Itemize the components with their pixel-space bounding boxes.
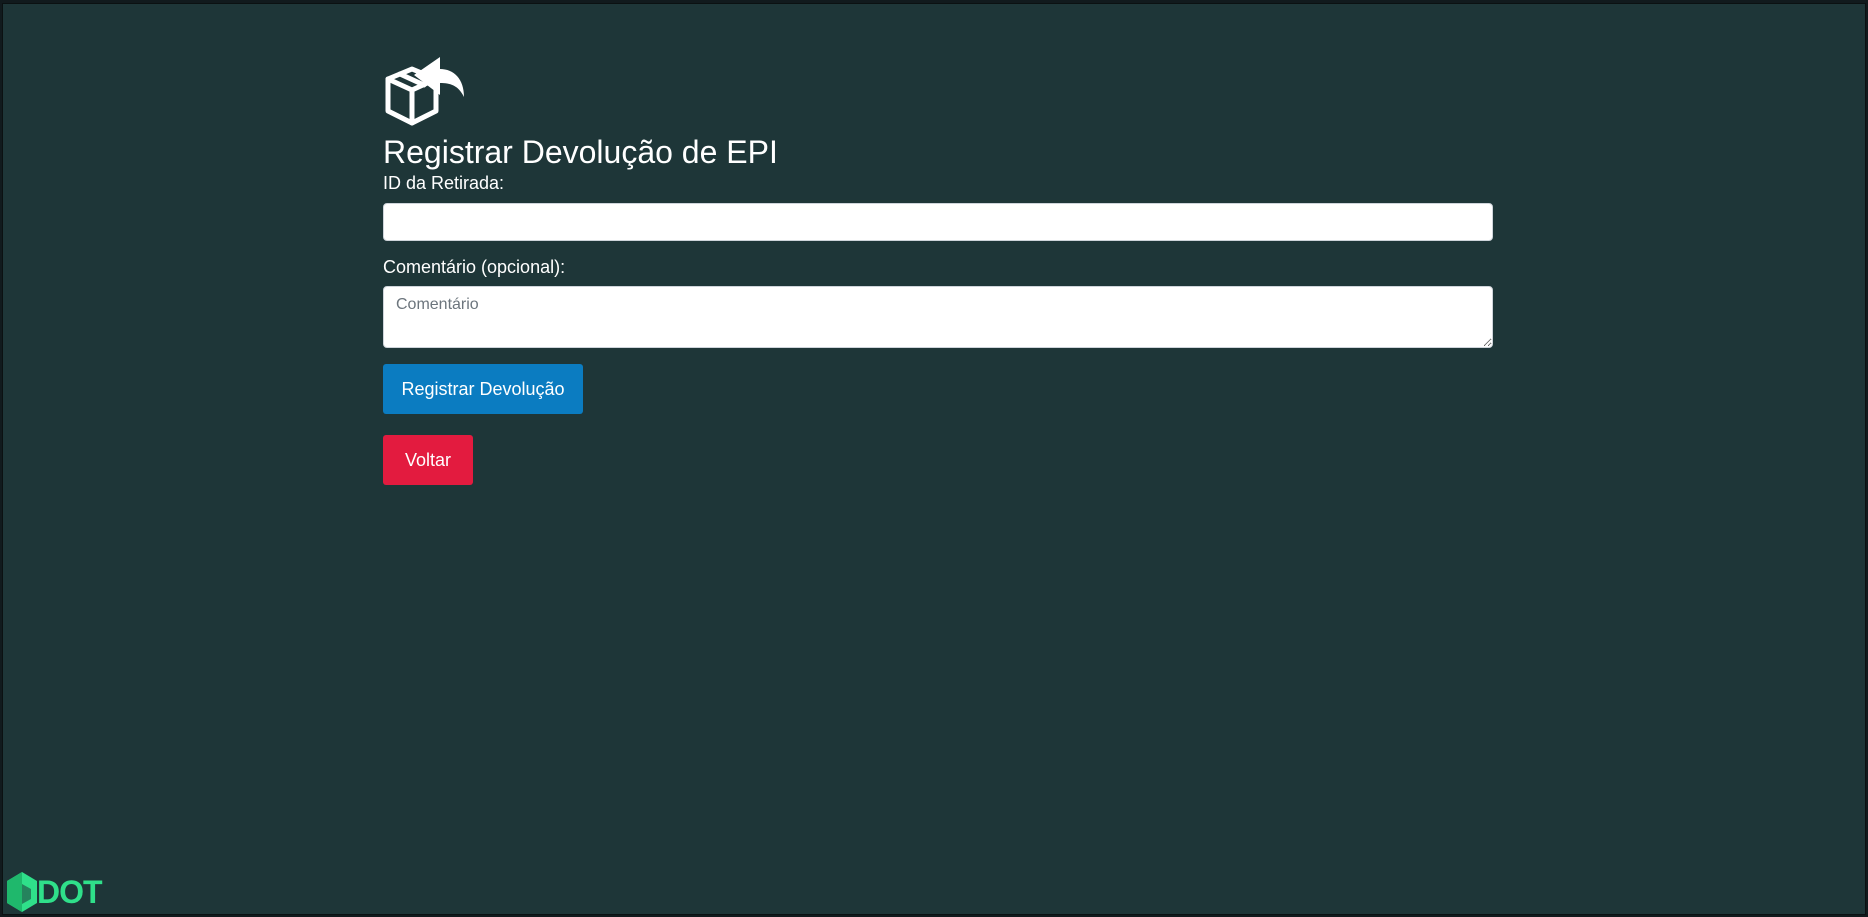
comment-textarea[interactable] bbox=[383, 286, 1493, 348]
box-return-icon bbox=[385, 57, 464, 126]
back-button[interactable]: Voltar bbox=[383, 435, 473, 485]
submit-row: Registrar Devolução bbox=[383, 348, 1493, 414]
app-window: Registrar Devolução de EPI ID da Retirad… bbox=[2, 3, 1866, 915]
back-row: Voltar bbox=[383, 414, 1493, 485]
comment-label: Comentário (opcional): bbox=[383, 257, 566, 277]
brand-logo: DOT bbox=[7, 870, 103, 914]
withdrawal-id-label: ID da Retirada: bbox=[383, 173, 505, 193]
dot-logo-mark bbox=[7, 872, 37, 912]
return-form-container: Registrar Devolução de EPI ID da Retirad… bbox=[383, 57, 1493, 485]
brand-name: DOT bbox=[37, 874, 103, 910]
page-title: Registrar Devolução de EPI bbox=[383, 134, 778, 170]
register-return-button[interactable]: Registrar Devolução bbox=[383, 364, 583, 414]
withdrawal-id-input[interactable] bbox=[383, 203, 1493, 241]
